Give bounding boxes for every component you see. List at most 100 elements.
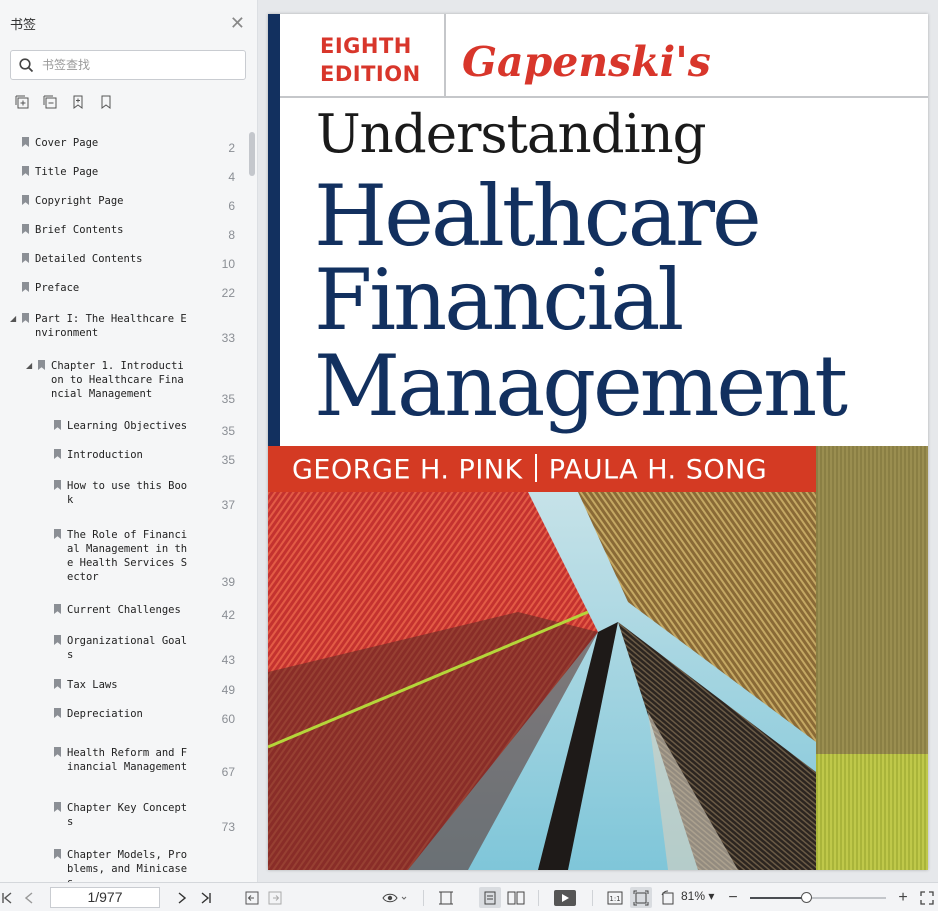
bookmark-label: Title Page — [35, 166, 99, 178]
bookmark-icon — [54, 635, 61, 645]
bookmark-page-number: 35 — [221, 424, 235, 438]
bookmark-icon[interactable] — [98, 94, 114, 110]
page-number-input[interactable]: 1/977 — [50, 887, 160, 908]
back-icon[interactable] — [244, 889, 260, 906]
expand-arrow-icon[interactable]: ◢ — [26, 361, 32, 371]
bookmark-page-number: 67 — [221, 765, 235, 779]
close-icon[interactable]: ✕ — [230, 14, 245, 32]
cover-title-line-2: Healthcare — [314, 167, 762, 265]
fit-page-icon[interactable] — [630, 887, 652, 908]
bookmark-label: Current Challenges — [67, 604, 181, 616]
bookmark-icon — [54, 449, 61, 459]
two-page-icon[interactable] — [506, 889, 526, 906]
edition-line-2: EDITION — [320, 62, 421, 86]
collapse-all-icon[interactable] — [42, 94, 58, 110]
zoom-out-icon[interactable]: − — [726, 889, 740, 906]
fullscreen-icon[interactable] — [919, 889, 935, 906]
bookmark-label: Preface — [35, 282, 80, 294]
cover-navy-stripe — [268, 14, 280, 454]
bookmark-page-number: 43 — [221, 653, 235, 667]
rotate-icon[interactable] — [659, 889, 677, 906]
bookmark-search[interactable] — [10, 50, 246, 80]
bookmark-label: Organizational Goal s — [67, 635, 188, 661]
bookmark-item[interactable]: Detailed Contents 10 — [0, 252, 245, 282]
first-page-icon[interactable] — [0, 889, 14, 906]
bookmark-item[interactable]: Health Reform and F inancial Management 6… — [0, 746, 245, 790]
bookmark-item[interactable]: Introduction 35 — [0, 448, 245, 478]
bookmark-page-number: 35 — [221, 392, 235, 406]
bookmark-item[interactable]: Title Page 4 — [0, 165, 245, 195]
bookmark-label: Detailed Contents — [35, 253, 143, 265]
author-separator — [534, 454, 537, 482]
bookmark-item[interactable]: How to use this Boo k 37 — [0, 479, 245, 523]
sidebar-scrollbar[interactable] — [249, 132, 255, 176]
bookmark-item[interactable]: Chapter Key Concept s 73 — [0, 801, 245, 845]
bookmark-icon — [54, 747, 61, 757]
bookmark-item[interactable]: Tax Laws 49 — [0, 678, 245, 708]
eye-care-icon[interactable] — [380, 889, 408, 906]
bookmark-search-input[interactable] — [42, 58, 222, 72]
add-bookmark-icon[interactable] — [70, 94, 86, 110]
cover-author-title: Gapenski's — [462, 38, 711, 86]
previous-page-icon[interactable] — [22, 889, 36, 906]
bookmark-item[interactable]: Depreciation 60 — [0, 707, 245, 737]
bookmark-icon — [54, 708, 61, 718]
last-page-icon[interactable] — [198, 889, 214, 906]
bookmark-item[interactable]: Current Challenges 42 — [0, 603, 245, 633]
bookmark-page-number: 4 — [228, 170, 235, 184]
bookmark-icon — [54, 802, 61, 812]
play-slideshow-icon[interactable] — [553, 889, 577, 906]
bookmark-icon — [22, 282, 29, 292]
cover-lime-panel — [816, 754, 928, 870]
bookmark-label: How to use this Boo k — [67, 480, 188, 506]
bookmark-page-number: 8 — [228, 228, 235, 242]
zoom-slider-thumb[interactable] — [801, 892, 813, 903]
bookmark-item[interactable]: Cover Page 2 — [0, 136, 245, 166]
fit-width-icon[interactable] — [437, 889, 455, 906]
cover-title-line-1: Understanding — [316, 104, 707, 165]
bookmark-item[interactable]: Chapter Models, Pro blems, and Minicase … — [0, 848, 245, 882]
sidebar-header: 书签 ✕ — [0, 0, 257, 46]
bookmark-label: The Role of Financi al Management in th … — [67, 529, 188, 583]
svg-text:1:1: 1:1 — [609, 895, 620, 903]
bookmark-item[interactable]: Learning Objectives 35 — [0, 419, 245, 449]
bookmark-label: Brief Contents — [35, 224, 124, 236]
bookmark-icon — [22, 313, 29, 323]
toolbar-separator-2 — [538, 890, 539, 906]
bookmark-item[interactable]: ◢ Chapter 1. Introducti on to Healthcare … — [0, 359, 245, 417]
book-cover-page: EIGHTH EDITION Gapenski's Understanding … — [268, 14, 928, 870]
zoom-level[interactable]: 81% ▾ — [681, 889, 714, 903]
bookmark-item[interactable]: Preface 22 — [0, 281, 245, 311]
bookmark-page-number: 60 — [221, 712, 235, 726]
bookmark-label: Introduction — [67, 449, 143, 461]
pdf-reader-window: 书签 ✕ Cover Page 2 Title Page 4 Copyright Pag… — [0, 0, 938, 911]
expand-arrow-icon[interactable]: ◢ — [10, 314, 16, 324]
bookmark-item[interactable]: The Role of Financi al Management in th … — [0, 528, 245, 600]
bookmark-item[interactable]: Brief Contents 8 — [0, 223, 245, 253]
bookmark-label: Learning Objectives — [67, 420, 188, 432]
document-viewer[interactable]: EIGHTH EDITION Gapenski's Understanding … — [260, 0, 938, 882]
bookmark-label: Depreciation — [67, 708, 143, 720]
next-page-icon[interactable] — [175, 889, 189, 906]
bookmark-item[interactable]: Organizational Goal s 43 — [0, 634, 245, 678]
forward-icon[interactable] — [267, 889, 283, 906]
bookmark-page-number: 42 — [221, 608, 235, 622]
zoom-in-icon[interactable]: + — [896, 889, 910, 906]
bookmark-item[interactable]: Copyright Page 6 — [0, 194, 245, 224]
cover-title-line-4: Management — [314, 337, 848, 435]
bookmark-page-number: 10 — [221, 257, 235, 271]
cover-authors: GEORGE H. PINK PAULA H. SONG — [292, 454, 767, 488]
bookmark-icon — [22, 166, 29, 176]
zoom-slider-fill — [750, 897, 808, 899]
bookmark-icon — [22, 195, 29, 205]
bookmark-icon — [22, 224, 29, 234]
cover-photo — [268, 492, 816, 870]
bottom-toolbar: 1/977 1:1 81% ▾ − + — [0, 882, 938, 911]
single-page-icon[interactable] — [479, 887, 501, 908]
cover-olive-panel — [816, 446, 928, 754]
edition-label: EIGHTH EDITION — [320, 32, 421, 88]
bookmark-item[interactable]: ◢ Part I: The Healthcare E nvironment 33 — [0, 312, 245, 356]
bookmark-icon — [54, 679, 61, 689]
expand-all-icon[interactable] — [14, 94, 30, 110]
actual-size-icon[interactable]: 1:1 — [606, 889, 624, 906]
